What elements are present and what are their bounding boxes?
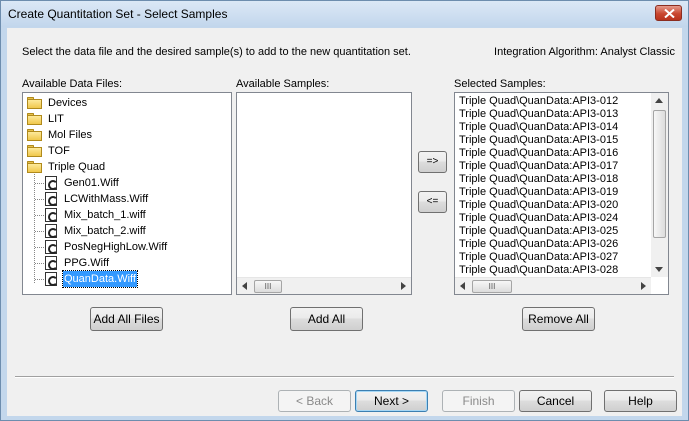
wiff-file-icon: [45, 256, 58, 270]
add-all-button[interactable]: Add All: [290, 307, 363, 331]
scroll-up-icon[interactable]: [655, 98, 663, 103]
tree-connector-line: [35, 231, 44, 232]
title-bar: Create Quantitation Set - Select Samples: [1, 1, 688, 27]
file-label: PPG.Wiff: [64, 257, 110, 269]
tree-connector-line: [35, 247, 44, 248]
tree-connector-line: [35, 263, 44, 264]
selected-sample-item[interactable]: Triple Quad\QuanData:API3-012: [459, 95, 618, 108]
file-label: LCWithMass.Wiff: [64, 193, 149, 205]
selected-sample-item[interactable]: Triple Quad\QuanData:API3-026: [459, 238, 618, 251]
data-files-label: Available Data Files:: [22, 78, 123, 90]
folder-icon: [27, 145, 42, 157]
next-button[interactable]: Next >: [355, 390, 428, 412]
file-label: PosNegHighLow.Wiff: [64, 241, 168, 253]
folder-label: Triple Quad: [48, 161, 106, 173]
wiff-file-icon: [45, 208, 58, 222]
selected-sample-item[interactable]: Triple Quad\QuanData:API3-016: [459, 147, 618, 160]
scroll-right-icon[interactable]: [401, 282, 406, 290]
tree-connector-line: [35, 279, 44, 280]
add-all-files-button[interactable]: Add All Files: [90, 307, 163, 331]
selected-samples-label: Selected Samples:: [454, 78, 546, 90]
data-files-tree[interactable]: Devices LIT Mol Files TOF Triple Quad Ge…: [22, 92, 232, 295]
folder-icon: [27, 113, 42, 125]
folder-label: TOF: [48, 145, 70, 157]
wiff-file-icon: [45, 192, 58, 206]
wiff-file-icon: [45, 272, 58, 286]
folder-icon: [27, 161, 42, 173]
finish-button[interactable]: Finish: [442, 390, 515, 412]
add-selected-button[interactable]: =>: [418, 151, 447, 173]
selected-sample-item[interactable]: Triple Quad\QuanData:API3-028: [459, 264, 618, 277]
selected-sample-item[interactable]: Triple Quad\QuanData:API3-015: [459, 134, 618, 147]
tree-connector-line: [35, 183, 44, 184]
file-label: QuanData.Wiff: [62, 270, 138, 288]
available-samples-list[interactable]: III: [236, 92, 412, 295]
wiff-file-icon: [45, 240, 58, 254]
close-icon: [664, 9, 675, 18]
wiff-file-icon: [45, 176, 58, 190]
scroll-left-icon[interactable]: [242, 282, 247, 290]
tree-connector-line: [35, 215, 44, 216]
folder-icon: [27, 97, 42, 109]
remove-all-button[interactable]: Remove All: [522, 307, 595, 331]
horizontal-scrollbar[interactable]: III: [237, 277, 411, 294]
scroll-down-icon[interactable]: [655, 267, 663, 272]
folder-label: Mol Files: [48, 129, 93, 141]
selected-sample-item[interactable]: Triple Quad\QuanData:API3-025: [459, 225, 618, 238]
back-button[interactable]: < Back: [278, 390, 351, 412]
file-label: Mix_batch_1.wiff: [64, 209, 146, 221]
scroll-left-icon[interactable]: [460, 282, 465, 290]
close-button[interactable]: [655, 5, 682, 21]
scroll-thumb[interactable]: [653, 110, 666, 238]
selected-samples-list[interactable]: Triple Quad\QuanData:API3-012 Triple Quad…: [454, 92, 669, 295]
window-title: Create Quantitation Set - Select Samples: [8, 7, 228, 21]
tree-connector-line: [34, 169, 35, 283]
selected-sample-item[interactable]: Triple Quad\QuanData:API3-027: [459, 251, 618, 264]
selected-sample-item[interactable]: Triple Quad\QuanData:API3-018: [459, 173, 618, 186]
selected-sample-item[interactable]: Triple Quad\QuanData:API3-013: [459, 108, 618, 121]
wiff-file-icon: [45, 224, 58, 238]
horizontal-scrollbar[interactable]: III: [455, 277, 651, 294]
scroll-right-icon[interactable]: [641, 282, 646, 290]
selected-sample-item[interactable]: Triple Quad\QuanData:API3-024: [459, 212, 618, 225]
selected-sample-item[interactable]: Triple Quad\QuanData:API3-020: [459, 199, 618, 212]
tree-connector-line: [35, 199, 44, 200]
selected-sample-item[interactable]: Triple Quad\QuanData:API3-019: [459, 186, 618, 199]
vertical-scrollbar[interactable]: [651, 93, 668, 277]
footer-separator: [15, 376, 674, 378]
folder-label: Devices: [48, 97, 88, 109]
help-button[interactable]: Help: [604, 390, 677, 412]
selected-sample-item[interactable]: Triple Quad\QuanData:API3-017: [459, 160, 618, 173]
instruction-text: Select the data file and the desired sam…: [22, 46, 411, 58]
file-label: Mix_batch_2.wiff: [64, 225, 146, 237]
remove-selected-button[interactable]: <=: [418, 191, 447, 213]
cancel-button[interactable]: Cancel: [519, 390, 592, 412]
integration-algorithm-label: Integration Algorithm: Analyst Classic: [494, 46, 675, 58]
dialog-content: Select the data file and the desired sam…: [7, 28, 682, 416]
file-label: Gen01.Wiff: [64, 177, 119, 189]
selected-sample-item[interactable]: Triple Quad\QuanData:API3-014: [459, 121, 618, 134]
folder-label: LIT: [48, 113, 64, 125]
dialog-window: Create Quantitation Set - Select Samples…: [0, 0, 689, 421]
samples-label: Available Samples:: [236, 78, 330, 90]
scroll-thumb[interactable]: III: [254, 280, 282, 293]
scroll-thumb[interactable]: III: [472, 280, 512, 293]
folder-icon: [27, 129, 42, 141]
